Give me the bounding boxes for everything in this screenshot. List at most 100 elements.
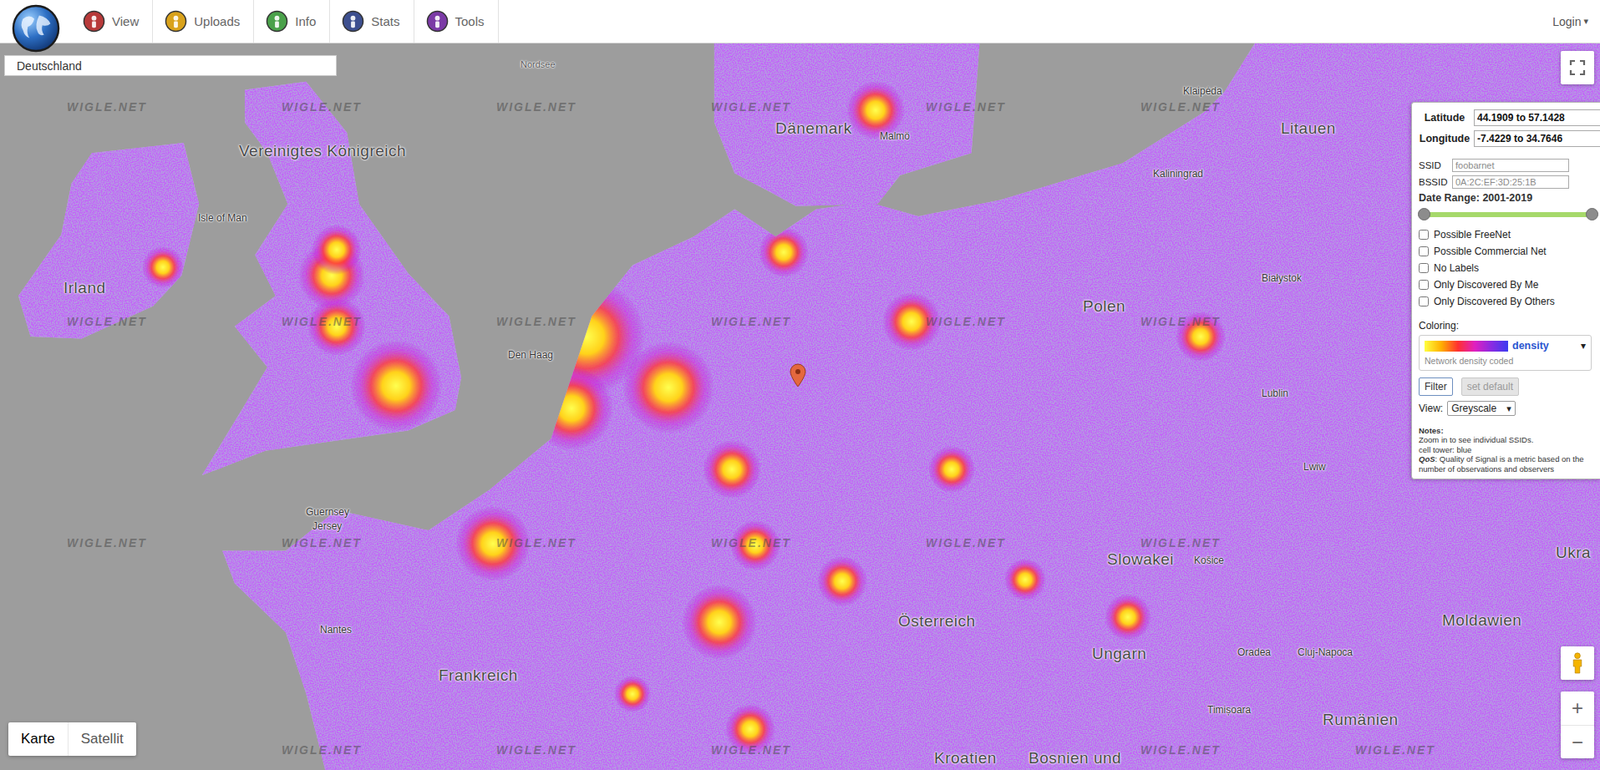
bssid-row: BSSID xyxy=(1418,175,1600,189)
slider-handle[interactable] xyxy=(1417,208,1431,221)
map-pin-icon[interactable] xyxy=(788,362,808,388)
fullscreen-button[interactable] xyxy=(1560,50,1595,85)
nav-item[interactable]: Info xyxy=(253,0,331,43)
checkbox[interactable] xyxy=(1418,263,1429,274)
density-hotspot xyxy=(725,704,776,755)
nav-item-icon xyxy=(82,10,106,33)
checkbox[interactable] xyxy=(1418,279,1429,290)
density-hotspot xyxy=(681,584,757,661)
map-label: Guernsey xyxy=(305,506,350,519)
login-menu[interactable]: Login▾ xyxy=(1552,0,1600,43)
ssid-input[interactable] xyxy=(1452,158,1570,173)
checkbox-row[interactable]: Possible Commercial Net xyxy=(1418,243,1600,260)
watermark: WIGLE.NET xyxy=(711,743,792,757)
density-hotspot xyxy=(622,341,715,434)
checkbox[interactable] xyxy=(1418,229,1429,240)
checkbox-row[interactable]: Possible FreeNet xyxy=(1418,226,1600,244)
globe-icon[interactable] xyxy=(11,4,61,53)
watermark: WIGLE.NET xyxy=(281,743,362,757)
map-label: Ukra xyxy=(1555,544,1591,563)
watermark: WIGLE.NET xyxy=(925,100,1006,114)
zoom-controls: + − xyxy=(1560,691,1595,759)
watermark: WIGLE.NET xyxy=(281,536,362,550)
map-label: Timișoara xyxy=(1207,704,1251,717)
map[interactable]: WIGLE.NET WIGLE.NET WIGLE.NET WIGLE.NET WIGL… xyxy=(0,43,1600,770)
checkbox[interactable] xyxy=(1418,296,1429,307)
watermark: WIGLE.NET xyxy=(66,100,148,114)
density-hotspot xyxy=(1175,311,1226,362)
map-type-toggle: KarteSatellit xyxy=(8,722,137,757)
map-label: Moldawien xyxy=(1442,612,1522,630)
ssid-row: SSID xyxy=(1418,158,1600,173)
watermark: WIGLE.NET xyxy=(496,536,577,550)
nav-item[interactable]: View xyxy=(71,0,153,43)
map-label: Den Haag xyxy=(507,349,554,361)
map-label: Košice xyxy=(1193,554,1225,567)
filter-panel: Latitude Longitude SSID BSSID Date Range… xyxy=(1411,101,1600,480)
nav-item-icon xyxy=(426,10,449,33)
watermark: WIGLE.NET xyxy=(925,314,1006,329)
map-label: Litauen xyxy=(1280,120,1336,138)
watermark: WIGLE.NET xyxy=(925,536,1006,550)
date-range-slider[interactable] xyxy=(1423,208,1592,222)
density-hotspot xyxy=(730,520,781,571)
date-range-label: Date Range: 2001-2019 xyxy=(1418,192,1600,204)
checkbox-row[interactable]: Only Discovered By Others xyxy=(1418,293,1600,310)
view-select[interactable]: Greyscale▾ xyxy=(1447,401,1516,417)
pegman-icon xyxy=(1570,651,1585,676)
map-label: Nantes xyxy=(320,624,352,636)
latitude-input[interactable] xyxy=(1473,109,1600,127)
density-hotspot xyxy=(928,446,976,493)
bssid-input[interactable] xyxy=(1452,175,1570,189)
density-hotspot xyxy=(1004,558,1047,601)
search-input[interactable] xyxy=(4,55,337,77)
map-label: Jersey xyxy=(312,520,342,533)
watermark: WIGLE.NET xyxy=(1140,100,1221,114)
watermark: WIGLE.NET xyxy=(1140,743,1221,757)
checkbox[interactable] xyxy=(1418,246,1429,257)
color-gradient xyxy=(1424,340,1509,352)
density-hotspot xyxy=(529,366,614,451)
nav-item[interactable]: Uploads xyxy=(152,0,254,43)
map-label: Kroatien xyxy=(934,750,997,768)
density-hotspot xyxy=(350,340,442,432)
density-hotspot xyxy=(817,556,868,607)
zoom-out-button[interactable]: − xyxy=(1560,725,1595,759)
slider-handle[interactable] xyxy=(1585,208,1599,221)
panel-button[interactable]: set default xyxy=(1461,377,1519,397)
nav-item-icon xyxy=(164,10,188,33)
map-label: Cluj-Napoca xyxy=(1297,646,1353,659)
watermark: WIGLE.NET xyxy=(711,100,792,114)
density-hotspot xyxy=(311,224,362,275)
map-label: Oradea xyxy=(1237,646,1271,659)
map-label: Österreich xyxy=(898,613,976,631)
density-hotspot xyxy=(142,246,184,289)
checkbox-row[interactable]: No Labels xyxy=(1418,259,1600,277)
map-label: Ungarn xyxy=(1092,645,1147,664)
nav-item-icon xyxy=(341,10,365,33)
watermark: WIGLE.NET xyxy=(66,314,148,329)
longitude-row: Longitude xyxy=(1418,130,1600,148)
watermark: WIGLE.NET xyxy=(66,536,148,550)
watermark: WIGLE.NET xyxy=(496,314,577,329)
street-view-button[interactable] xyxy=(1560,646,1595,681)
nav-item[interactable]: Tools xyxy=(414,0,499,43)
map-type-button[interactable]: Satellit xyxy=(67,722,137,757)
coloring-label: Coloring: xyxy=(1418,320,1600,332)
nav-item[interactable]: Stats xyxy=(330,0,414,43)
notes: Notes: Zoom in to see individual SSIDs.c… xyxy=(1418,426,1600,474)
zoom-in-button[interactable]: + xyxy=(1560,691,1595,726)
checkbox-row[interactable]: Only Discovered By Me xyxy=(1418,276,1600,294)
watermark: WIGLE.NET xyxy=(496,743,577,757)
map-label: Kaliningrad xyxy=(1153,167,1204,180)
longitude-input[interactable] xyxy=(1473,130,1600,148)
coloring-dropdown[interactable]: density ▾ Network density coded xyxy=(1418,335,1592,371)
panel-button[interactable]: Filter xyxy=(1418,377,1453,397)
watermark: WIGLE.NET xyxy=(1355,743,1436,757)
watermark: WIGLE.NET xyxy=(281,314,362,329)
map-label: Vereinigtes Königreich xyxy=(238,142,407,161)
view-row: View: Greyscale▾ xyxy=(1418,401,1600,417)
map-type-button[interactable]: Karte xyxy=(8,722,68,757)
logo[interactable] xyxy=(0,0,72,43)
density-hotspot xyxy=(758,227,809,278)
